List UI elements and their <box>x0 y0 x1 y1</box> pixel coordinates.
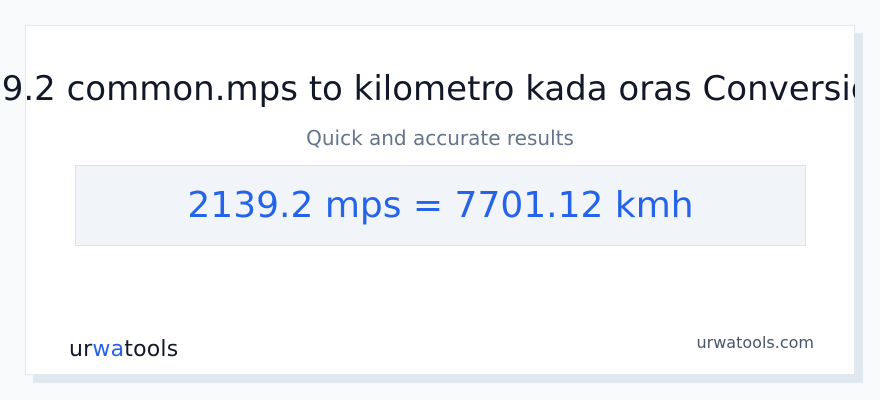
logo-text-start: ur <box>69 337 93 362</box>
logo-text-end: tools <box>124 337 179 362</box>
logo-text-accent: wa <box>92 337 125 362</box>
site-url-link[interactable]: urwatools.com <box>690 331 815 355</box>
brand-logo[interactable]: urwatools <box>69 334 178 366</box>
conversion-result: 2139.2 mps = 7701.12 kmh <box>187 185 694 226</box>
page-subtitle: Quick and accurate results <box>306 126 574 150</box>
title-row: 2139.2 common.mps to kilometro kada oras… <box>0 64 855 114</box>
result-box: 2139.2 mps = 7701.12 kmh <box>75 165 806 246</box>
page-title: 2139.2 common.mps to kilometro kada oras… <box>0 69 855 109</box>
